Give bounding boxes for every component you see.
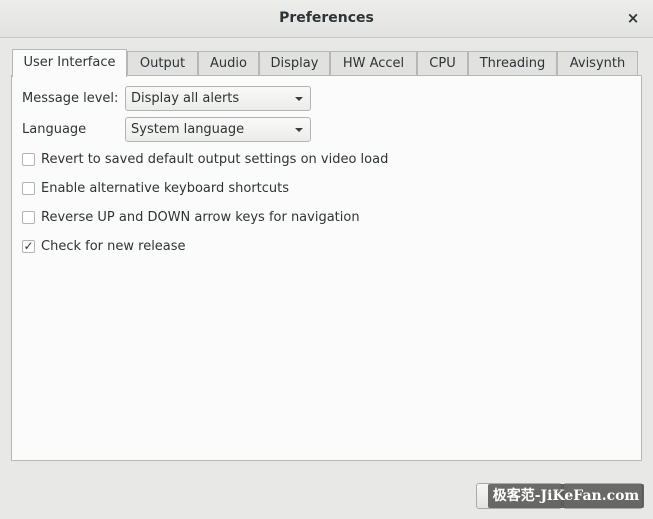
tab-display[interactable]: Display [259,51,330,75]
tab-user-interface[interactable]: User Interface [12,49,127,77]
check-release-checkbox[interactable]: ✓ [22,240,35,253]
tab-bar: User Interface Output Audio Display HW A… [12,49,642,77]
chevron-down-icon [295,128,303,132]
check-release-label: Check for new release [41,239,186,254]
reverse-arrows-label: Reverse UP and DOWN arrow keys for navig… [41,210,360,225]
message-level-value: Display all alerts [131,91,240,106]
window-title: Preferences [279,10,374,26]
title-bar: Preferences × [0,0,653,38]
alt-shortcuts-checkbox[interactable] [22,182,35,195]
tab-avisynth[interactable]: Avisynth [557,51,638,75]
revert-settings-label: Revert to saved default output settings … [41,152,389,167]
revert-settings-checkbox[interactable] [22,153,35,166]
alt-shortcuts-label: Enable alternative keyboard shortcuts [41,181,290,196]
language-dropdown[interactable]: System language [125,117,311,142]
user-interface-panel: Message level: Display all alerts Langua… [11,75,642,461]
tab-audio[interactable]: Audio [198,51,259,75]
close-icon[interactable]: × [623,8,643,28]
message-level-label: Message level: [22,91,119,106]
tab-output[interactable]: Output [127,51,198,75]
tab-cpu[interactable]: CPU [417,51,468,75]
checkmark-icon: ✓ [23,239,34,253]
reverse-arrows-checkbox[interactable] [22,211,35,224]
chevron-down-icon [295,97,303,101]
tab-hw-accel[interactable]: HW Accel [330,51,417,75]
message-level-dropdown[interactable]: Display all alerts [125,86,311,111]
language-value: System language [131,122,245,137]
watermark: 极客范-JiKeFan.com [488,484,644,508]
tab-threading[interactable]: Threading [468,51,557,75]
language-label: Language [22,122,87,137]
